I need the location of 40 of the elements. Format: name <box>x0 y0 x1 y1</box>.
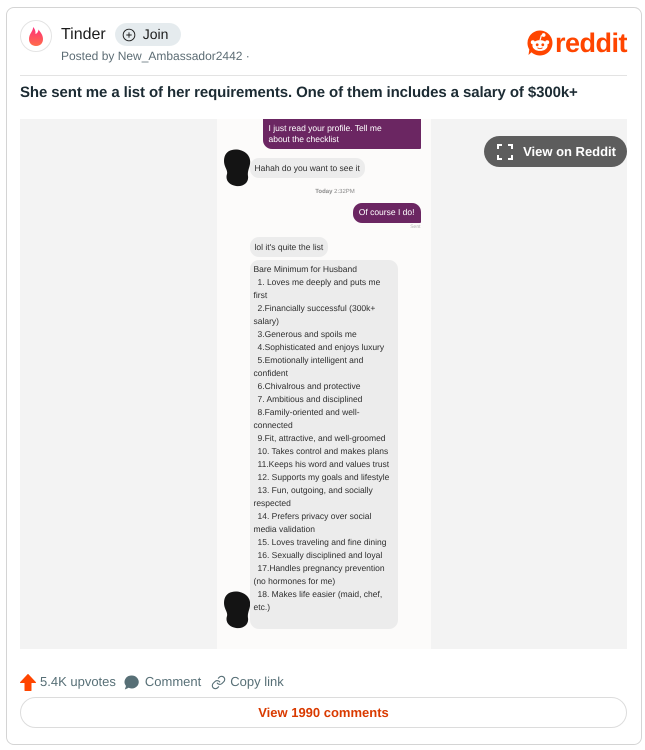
expand-icon <box>497 144 514 160</box>
copy-link-button[interactable]: Copy link <box>211 672 284 692</box>
received-message: Hahah do you want to see it <box>250 158 365 178</box>
list-item: 9.Fit, attractive, and well-groomed <box>256 432 387 444</box>
list-item: 15. Loves traveling and fine dining <box>256 536 388 548</box>
speech-bubble-icon <box>124 674 139 690</box>
received-message: lol it's quite the list <box>250 236 328 256</box>
list-item: 2.Financially successful (300k+ salary) <box>254 302 376 328</box>
list-item: 13. Fun, outgoing, and socially respected <box>254 484 374 510</box>
sent-message: I just read your profile. Tell me about the checklist <box>262 119 420 149</box>
brand-wordmark: reddit <box>554 30 627 56</box>
list-item: 18. Makes life easier (maid, chef, etc.) <box>254 588 384 614</box>
list-item: 14. Prefers privacy over social media validation <box>254 510 372 536</box>
list-item: 5.Emotionally intelligent and confident <box>254 354 364 380</box>
list-item: 6.Chivalrous and protective <box>256 380 362 392</box>
list-item: 16. Sexually disciplined and loyal <box>256 548 384 562</box>
list-heading: Bare Minimum for Husband <box>254 262 358 276</box>
list-item: 10. Takes control and makes plans <box>256 444 390 458</box>
list-item: 12. Supports my goals and lifestyle <box>256 470 390 484</box>
posted-by-text: Posted by New_Ambassador2442 · <box>61 48 250 64</box>
link-icon <box>211 674 226 690</box>
comment-button[interactable]: Comment <box>124 672 202 692</box>
join-button[interactable]: Join <box>114 23 182 46</box>
plus-circle-icon <box>122 28 136 42</box>
post-title[interactable]: She sent me a list of her requirements. One of them includes a salary of $300k+ <box>20 83 627 103</box>
list-item: 11.Keeps his word and values trust <box>256 458 390 470</box>
list-item: 3.Generous and spoils me <box>256 328 358 340</box>
view-on-reddit-button[interactable]: View on Reddit <box>484 136 627 167</box>
list-item: 7. Ambitious and disciplined <box>256 392 364 406</box>
community-name[interactable]: Tinder <box>61 24 106 44</box>
sent-message: Of course I do! <box>352 203 420 222</box>
upvote-count: 5.4K upvotes <box>40 673 116 692</box>
list-item: 8.Family-oriented and well-connected <box>254 406 361 432</box>
flame-avatar-icon[interactable] <box>20 20 52 52</box>
list-item: 4.Sophisticated and enjoys luxury <box>256 340 386 354</box>
alien-face-icon <box>526 30 553 56</box>
list-item: 17.Handles pregnancy prevention (no hormones for me) <box>254 562 386 588</box>
upvote-arrow-icon[interactable] <box>20 674 36 690</box>
view-comments-button[interactable]: View 1990 comments <box>20 697 627 728</box>
list-item: 1. Loves me deeply and puts me first <box>254 276 382 302</box>
